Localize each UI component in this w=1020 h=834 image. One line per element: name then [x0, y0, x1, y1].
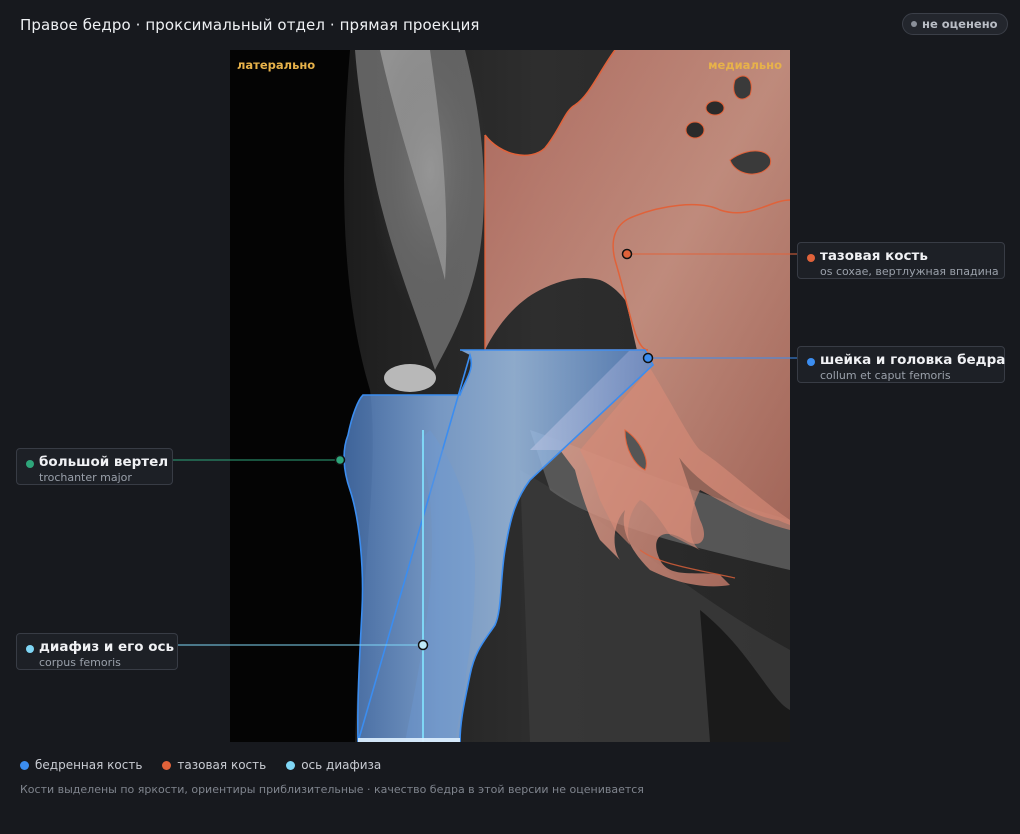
pelvis-label[interactable]: тазовая кость os coxae, вертлужная впади…	[797, 242, 1005, 279]
legend-item-pelvis[interactable]: тазовая кость	[162, 758, 266, 772]
shaft-label-sub: corpus femoris	[39, 656, 121, 669]
pelvis-swatch-icon	[162, 760, 172, 770]
legend-axis-label: ось диафиза	[301, 758, 382, 772]
pelvis-label-name: тазовая кость	[820, 248, 928, 264]
trochanter-label-sub: trochanter major	[39, 471, 132, 484]
status-dot-icon	[911, 21, 917, 27]
pelvis-label-sub: os coxae, вертлужная впадина	[820, 265, 999, 278]
shaft-label[interactable]: диафиз и его ось corpus femoris	[16, 633, 178, 670]
neck-dot-icon	[807, 358, 815, 366]
femur-swatch-icon	[20, 760, 29, 770]
legend-item-femur[interactable]: бедренная кость	[20, 758, 142, 772]
legend-pelvis-label: тазовая кость	[177, 758, 267, 772]
orientation-medial-label: медиально	[708, 58, 782, 72]
footnote: Кости выделены по яркости, ориентиры при…	[20, 783, 644, 796]
page-title: Правое бедро · проксимальный отдел · пря…	[20, 16, 480, 34]
legend-femur-label: бедренная кость	[35, 758, 143, 772]
trochanter-label[interactable]: большой вертел trochanter major	[16, 448, 173, 485]
legend-item-axis[interactable]: ось диафиза	[286, 758, 381, 772]
shaft-dot-icon	[26, 645, 34, 653]
neck-label[interactable]: шейка и головка бедра collum et caput fe…	[797, 346, 1005, 383]
pelvis-dot-icon	[807, 254, 815, 262]
legend: бедренная кость тазовая кость ось диафиз…	[20, 758, 381, 772]
neck-label-name: шейка и головка бедра	[820, 352, 1006, 368]
xray-viewer[interactable]: латерально медиально	[230, 50, 790, 742]
trochanter-label-name: большой вертел	[39, 454, 169, 470]
trochanter-dot-icon	[26, 460, 34, 468]
neck-label-sub: collum et caput femoris	[820, 369, 951, 382]
axis-swatch-icon	[286, 760, 296, 770]
xray-image	[230, 50, 790, 742]
status-badge: не оценено	[902, 13, 1008, 35]
orientation-lateral-label: латерально	[237, 58, 316, 72]
shaft-label-name: диафиз и его ось	[39, 639, 175, 655]
status-text: не оценено	[922, 17, 998, 31]
